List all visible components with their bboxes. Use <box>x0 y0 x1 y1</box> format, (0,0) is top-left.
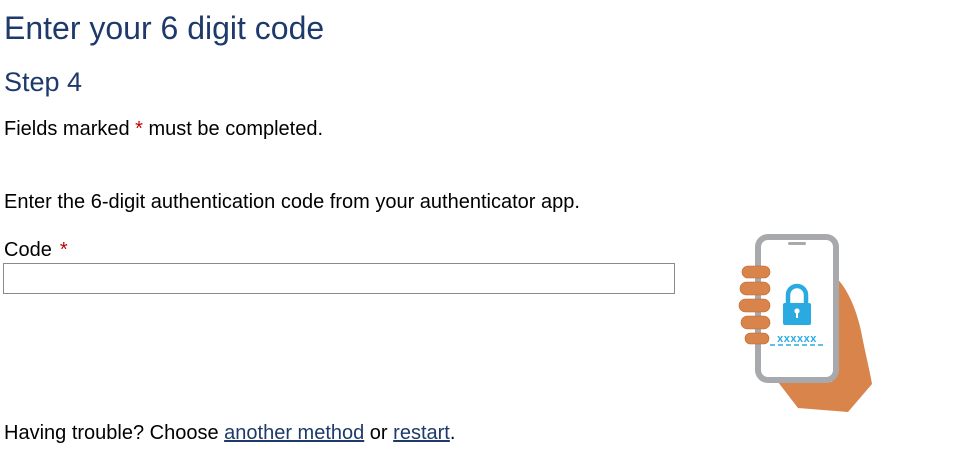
phone-speaker <box>788 242 806 245</box>
phone-authenticator-icon: xxxxxx <box>738 234 872 412</box>
another-method-link[interactable]: another method <box>224 422 364 444</box>
instructions-text: Enter the 6-digit authentication code fr… <box>4 191 580 213</box>
trouble-prefix: Having trouble? Choose <box>4 422 225 444</box>
code-required-asterisk: * <box>59 239 68 261</box>
code-label-text: Code <box>4 239 52 261</box>
restart-link[interactable]: restart <box>393 422 450 444</box>
required-note-prefix: Fields marked <box>4 118 136 140</box>
trouble-suffix: . <box>449 422 456 444</box>
code-input[interactable] <box>3 263 675 294</box>
trouble-middle: or <box>364 422 394 444</box>
required-fields-note: Fields marked * must be completed. <box>4 116 323 142</box>
masked-code-text: xxxxxx <box>777 333 817 345</box>
step-title: Step 4 <box>4 67 83 97</box>
page-title: Enter your 6 digit code <box>4 10 325 46</box>
required-asterisk: * <box>135 118 143 140</box>
required-note-suffix: must be completed. <box>142 118 324 140</box>
trouble-text: Having trouble? Choose another method or… <box>4 420 455 446</box>
code-label: Code * <box>4 237 68 263</box>
